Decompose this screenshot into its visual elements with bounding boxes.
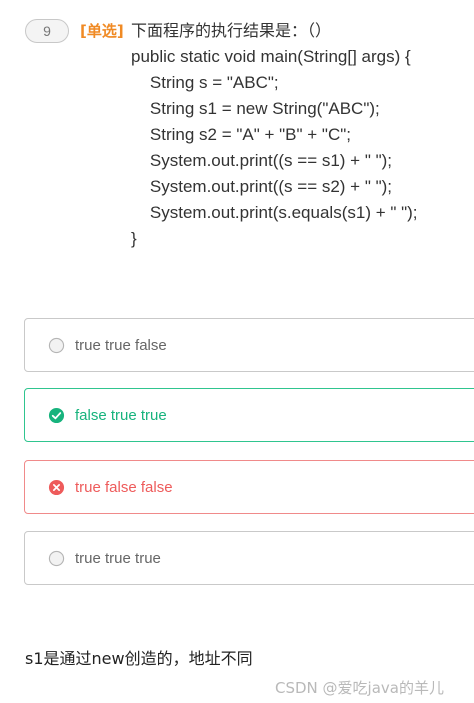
option-b[interactable]: false true true: [24, 388, 474, 442]
check-circle-icon: [48, 407, 65, 423]
code-line: String s2 = "A" + "B" + "C";: [131, 125, 351, 144]
code-line: }: [131, 229, 137, 248]
option-a[interactable]: true true false: [24, 318, 474, 372]
code-line: String s1 = new String("ABC");: [131, 99, 380, 118]
code-line: System.out.print((s == s1) + " ");: [131, 151, 393, 170]
answer-explanation: s1是通过new创造的，地址不同: [25, 649, 253, 668]
x-circle-icon: [48, 479, 65, 495]
option-label: true false false: [75, 478, 173, 496]
code-line: System.out.print((s == s2) + " ");: [131, 177, 393, 196]
question-title: 下面程序的执行结果是：（）: [131, 21, 332, 40]
option-c[interactable]: true false false: [24, 460, 474, 514]
option-label: true true false: [75, 336, 167, 354]
option-label: false true true: [75, 406, 167, 424]
code-line: System.out.print(s.equals(s1) + " ");: [131, 203, 418, 222]
code-line: String s = "ABC";: [131, 73, 279, 92]
radio-empty-icon: [48, 550, 65, 566]
question-number-badge: 9: [25, 19, 69, 43]
option-label: true true true: [75, 549, 161, 567]
watermark: CSDN @爱吃java的羊儿: [275, 679, 444, 697]
option-d[interactable]: true true true: [24, 531, 474, 585]
question-type-label: [单选]: [80, 22, 124, 40]
radio-empty-icon: [48, 337, 65, 353]
code-line: public static void main(String[] args) {: [131, 47, 411, 66]
